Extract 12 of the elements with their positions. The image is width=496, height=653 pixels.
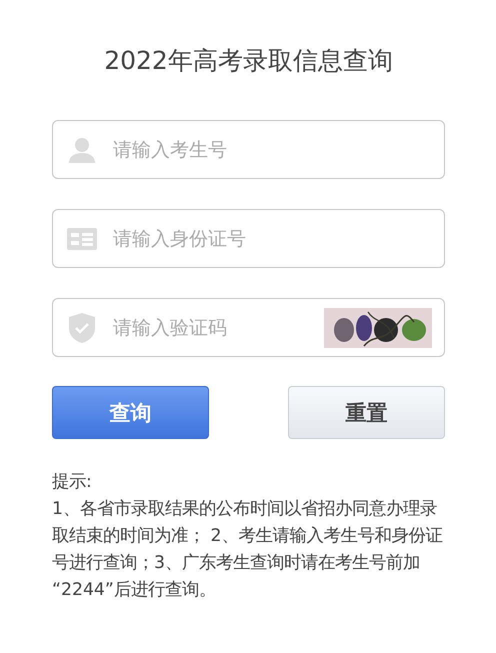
tips-heading: 提示: [52,471,93,494]
shield-icon [68,312,96,344]
text-input[interactable]: 请输入验证码 [111,316,310,340]
input-field[interactable]: 请输入身份证号 [52,209,445,268]
reset-button[interactable]: 重置 [288,386,445,439]
input-field[interactable]: 请输入验证码 [52,298,445,357]
page-title: 2022年高考录取信息查询 [103,45,394,77]
id-card-icon [67,228,97,250]
text-input[interactable]: 请输入考生号 [111,138,432,162]
text-input[interactable]: 请输入身份证号 [111,226,432,250]
input-field[interactable]: 请输入考生号 [52,120,445,179]
tips-text: 1、各省市录取结果的公布时间以省招办同意办理录取结束的时间为准； 2、考生请输入考生号和身份证号进行查询；3、广东考生查询时请在考生号前加 “2244”后进行查询。 [52,498,444,602]
